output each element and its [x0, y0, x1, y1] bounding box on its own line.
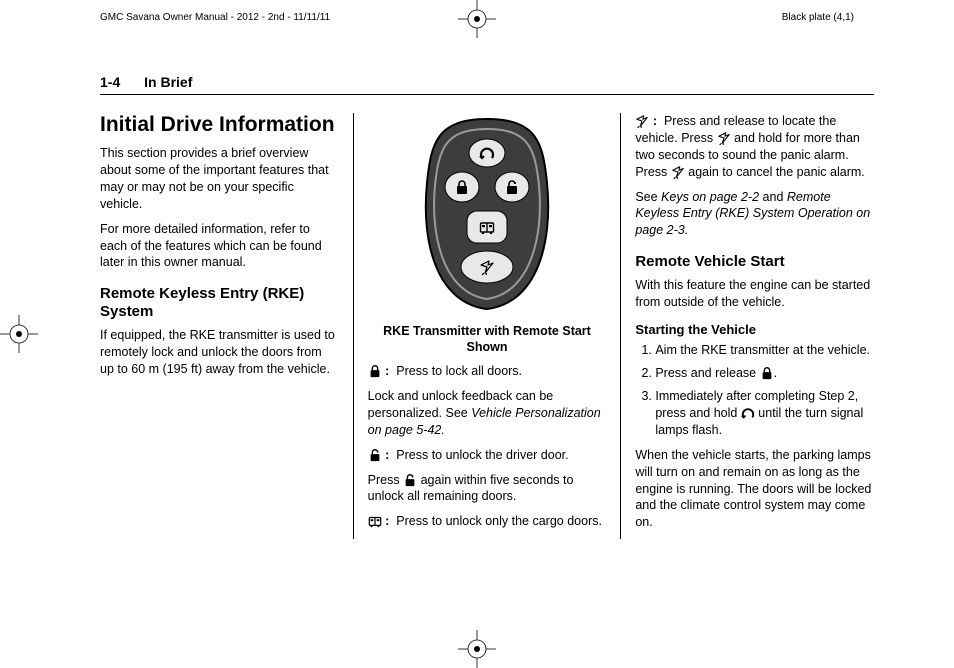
lock-icon — [760, 366, 774, 380]
text: . — [774, 366, 777, 380]
text: Press — [368, 473, 403, 487]
text: Press to lock all doors. — [396, 364, 522, 378]
remote-start-icon — [741, 406, 755, 420]
panic-icon — [717, 131, 731, 145]
paragraph: If equipped, the RKE transmitter is used… — [100, 327, 339, 378]
heading-starting-vehicle: Starting the Vehicle — [635, 321, 874, 339]
paragraph: For more detailed information, refer to … — [100, 221, 339, 272]
paragraph: Lock and unlock feedback can be personal… — [368, 388, 607, 439]
print-header-left: GMC Savana Owner Manual - 2012 - 2nd - 1… — [100, 12, 330, 23]
crop-mark-icon — [0, 315, 38, 353]
cargo-icon — [368, 514, 382, 528]
text: again to cancel the panic alarm. — [685, 165, 865, 179]
content-columns: Initial Drive Information This section p… — [100, 113, 874, 539]
procedure-list: Aim the RKE transmitter at the vehicle. … — [635, 342, 874, 438]
page-number: 1-4 — [100, 74, 120, 90]
text: Press and release — [655, 366, 759, 380]
page-body: 1-4 In Brief Initial Drive Information T… — [100, 74, 874, 638]
list-item: Press and release . — [655, 365, 874, 382]
paragraph: : Press to lock all doors. — [368, 363, 607, 380]
print-header-right: Black plate (4,1) — [782, 12, 854, 23]
panic-icon — [671, 165, 685, 179]
paragraph: When the vehicle starts, the parking lam… — [635, 447, 874, 531]
heading-initial-drive: Initial Drive Information — [100, 113, 339, 137]
paragraph: With this feature the engine can be star… — [635, 277, 874, 311]
heading-remote-start: Remote Vehicle Start — [635, 253, 874, 271]
text: and — [759, 190, 787, 204]
figure-caption: RKE Transmitter with Remote Start Shown — [368, 324, 607, 355]
paragraph: Press again within five seconds to unloc… — [368, 472, 607, 506]
column-2: RKE Transmitter with Remote Start Shown … — [354, 113, 622, 539]
list-item: Immediately after completing Step 2, pre… — [655, 388, 874, 439]
list-item: Aim the RKE transmitter at the vehicle. — [655, 342, 874, 359]
paragraph: See Keys on page 2-2 and Remote Keyless … — [635, 189, 874, 240]
text: Press to unlock the driver door. — [396, 448, 568, 462]
heading-rke: Remote Keyless Entry (RKE) System — [100, 285, 339, 321]
text: Press to unlock only the cargo doors. — [396, 514, 602, 528]
lock-icon — [368, 364, 382, 378]
crop-mark-icon — [458, 0, 496, 38]
column-3: : Press and release to locate the vehicl… — [621, 113, 874, 539]
unlock-icon — [403, 473, 417, 487]
section-title: In Brief — [144, 74, 192, 90]
paragraph: This section provides a brief overview a… — [100, 145, 339, 213]
paragraph: : Press to unlock the driver door. — [368, 447, 607, 464]
text: See — [635, 190, 661, 204]
unlock-icon — [368, 448, 382, 462]
paragraph: : Press and release to locate the vehicl… — [635, 113, 874, 181]
paragraph: : Press to unlock only the cargo doors. — [368, 513, 607, 530]
running-head: 1-4 In Brief — [100, 74, 874, 95]
panic-icon — [635, 114, 649, 128]
column-1: Initial Drive Information This section p… — [100, 113, 354, 539]
remote-illustration — [368, 113, 607, 318]
xref: Keys on page 2-2 — [661, 190, 759, 204]
